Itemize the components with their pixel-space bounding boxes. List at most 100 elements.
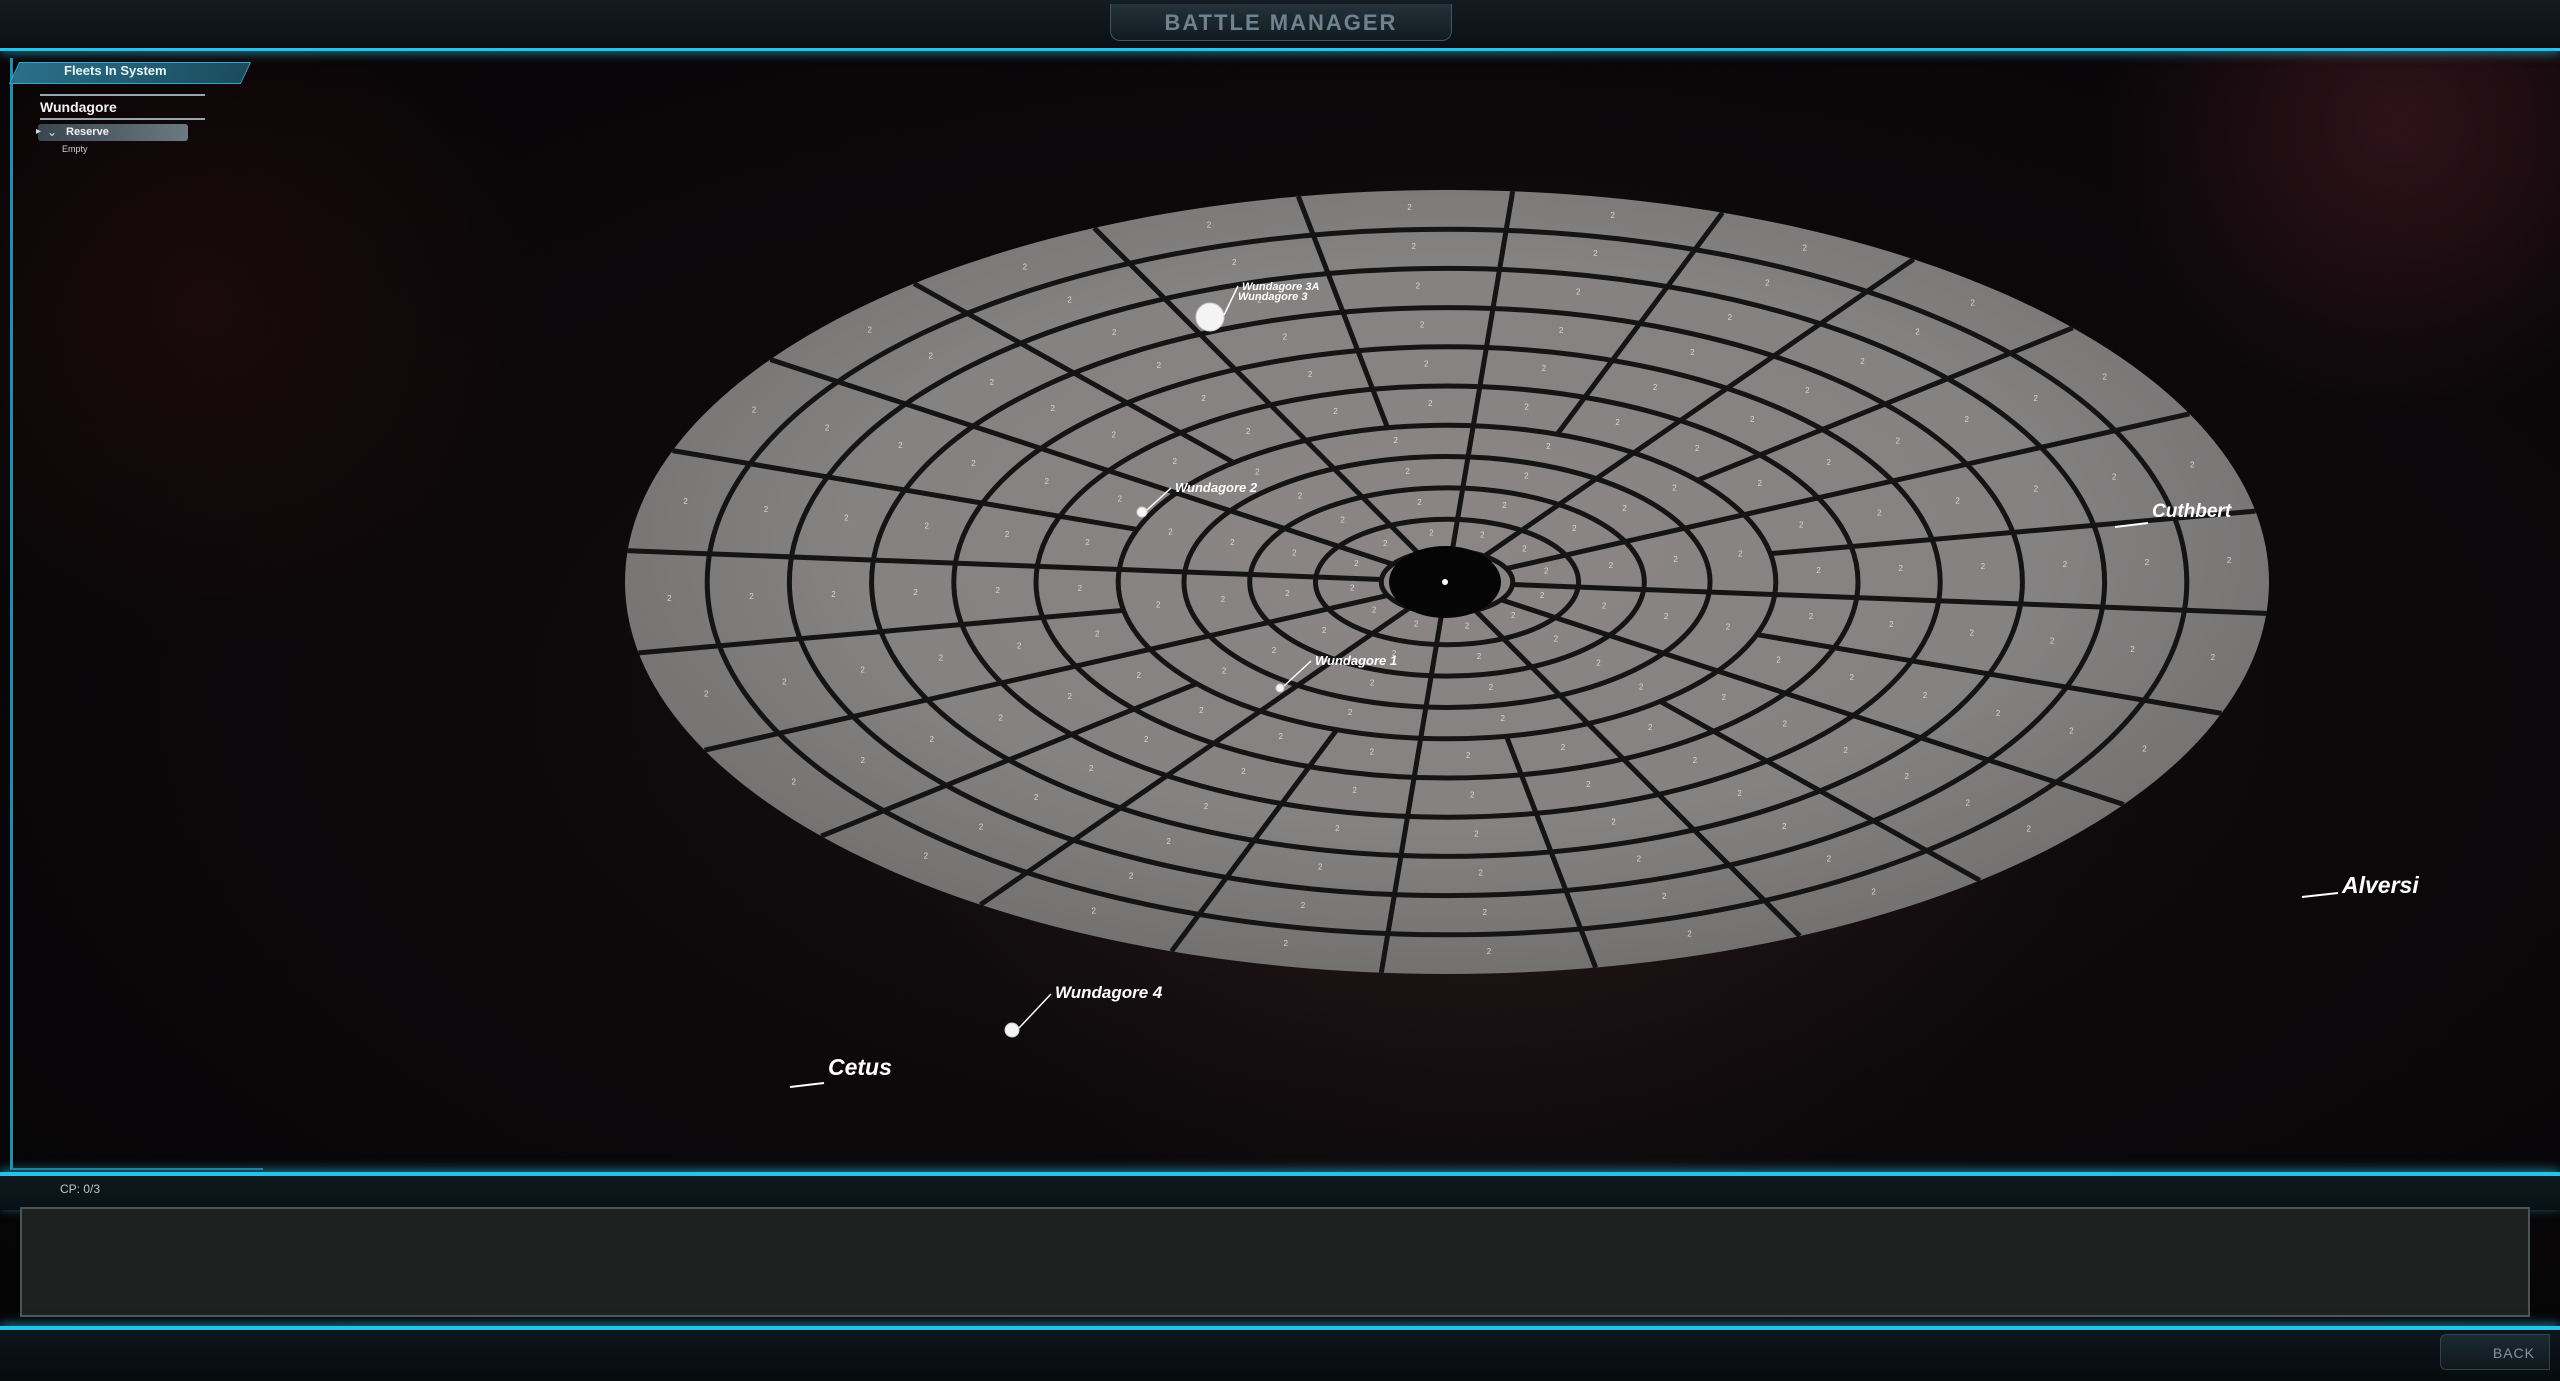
sector-value: 2 bbox=[1637, 855, 1642, 864]
sector-value: 2 bbox=[1639, 682, 1644, 691]
sector-value: 2 bbox=[1544, 566, 1549, 575]
sector-value: 2 bbox=[1067, 692, 1072, 701]
sector-value: 2 bbox=[2112, 472, 2117, 481]
sector-value: 2 bbox=[1487, 947, 1492, 956]
planet-label[interactable]: Wundagore 3 bbox=[1238, 291, 1307, 303]
back-button[interactable]: BACK bbox=[2440, 1334, 2550, 1370]
sector-value: 2 bbox=[1465, 621, 1470, 630]
sector-value: 2 bbox=[1871, 888, 1876, 897]
sector-value: 2 bbox=[1144, 735, 1149, 744]
sector-value: 2 bbox=[1246, 427, 1251, 436]
sector-value: 2 bbox=[1118, 495, 1123, 504]
sector-value: 2 bbox=[998, 713, 1003, 722]
sector-value: 2 bbox=[1221, 595, 1226, 604]
sector-value: 2 bbox=[1966, 798, 1971, 807]
sector-value: 2 bbox=[929, 735, 934, 744]
planet-label[interactable]: Wundagore 1 bbox=[1315, 653, 1397, 668]
sector-value: 2 bbox=[1335, 824, 1340, 833]
sector-value: 2 bbox=[1350, 584, 1355, 593]
sector-value: 2 bbox=[924, 851, 929, 860]
battle-board[interactable]: 2 2 2 2 2 2 2 2 2 2 2 2 2 2 2 2 2 2 2 2 2 2 2 2 2 2 2 2 2 2 2 2 2 2 2 2 2 2 2 2… bbox=[0, 0, 2560, 1377]
neighbor-system-label[interactable]: Alversi bbox=[2341, 872, 2419, 898]
sector-value: 2 bbox=[1981, 562, 1986, 571]
sector-value: 2 bbox=[1089, 764, 1094, 773]
sector-value: 2 bbox=[2103, 373, 2108, 382]
sector-value: 2 bbox=[989, 378, 994, 387]
sector-value: 2 bbox=[1996, 709, 2001, 718]
expand-arrow-icon[interactable]: ▸ bbox=[36, 126, 41, 137]
sector-value: 2 bbox=[1609, 561, 1614, 570]
sector-value: 2 bbox=[1896, 437, 1901, 446]
sector-value: 2 bbox=[1489, 683, 1494, 692]
sector-value: 2 bbox=[1554, 635, 1559, 644]
sector-value: 2 bbox=[1782, 822, 1787, 831]
sector-value: 2 bbox=[1207, 221, 1212, 230]
sector-value: 2 bbox=[1783, 719, 1788, 728]
sector-value: 2 bbox=[704, 690, 709, 699]
sector-value: 2 bbox=[764, 505, 769, 514]
sector-value: 2 bbox=[1112, 328, 1117, 337]
fleet-status: Empty bbox=[62, 144, 88, 154]
sector-value: 2 bbox=[2227, 556, 2232, 565]
fleets-tab-label[interactable]: Fleets In System bbox=[64, 63, 167, 78]
sector-value: 2 bbox=[1222, 666, 1227, 675]
sector-value: 2 bbox=[1542, 364, 1547, 373]
system-grid[interactable]: 2 2 2 2 2 2 2 2 2 2 2 2 2 2 2 2 2 2 2 2 2 2 2 2 2 2 2 2 2 2 2 2 2 2 2 2 2 2 2 2… bbox=[625, 190, 2269, 974]
sector-value: 2 bbox=[1383, 539, 1388, 548]
sector-value: 2 bbox=[1470, 790, 1475, 799]
planet-icon[interactable] bbox=[1275, 683, 1285, 693]
sector-value: 2 bbox=[1417, 498, 1422, 507]
sector-value: 2 bbox=[1483, 908, 1488, 917]
sector-value: 2 bbox=[1050, 404, 1055, 413]
sector-value: 2 bbox=[1559, 326, 1564, 335]
neighbor-leader-line bbox=[2301, 892, 2339, 898]
sector-value: 2 bbox=[1799, 521, 1804, 530]
sector-value: 2 bbox=[1272, 646, 1277, 655]
sector-value: 2 bbox=[1693, 756, 1698, 765]
neighbor-system-label[interactable]: Cetus bbox=[828, 1054, 892, 1080]
sector-value: 2 bbox=[860, 756, 865, 765]
sector-value: 2 bbox=[667, 594, 672, 603]
sector-value: 2 bbox=[1737, 789, 1742, 798]
fleet-row-reserve[interactable]: ▸ ⌄ Reserve bbox=[36, 124, 188, 141]
planet-label[interactable]: Wundagore 2 bbox=[1175, 480, 1258, 495]
sector-value: 2 bbox=[1905, 772, 1910, 781]
sector-value: 2 bbox=[1969, 628, 1974, 637]
planet-icon[interactable] bbox=[1195, 302, 1225, 332]
sector-value: 2 bbox=[1602, 601, 1607, 610]
planet-icon[interactable] bbox=[1004, 1022, 1020, 1038]
sector-value: 2 bbox=[867, 325, 872, 334]
sector-value: 2 bbox=[1524, 472, 1529, 481]
sector-value: 2 bbox=[1965, 415, 1970, 424]
sector-value: 2 bbox=[898, 441, 903, 450]
sector-value: 2 bbox=[1524, 403, 1529, 412]
sector-value: 2 bbox=[1111, 431, 1116, 440]
sector-value: 2 bbox=[1078, 584, 1083, 593]
sector-value: 2 bbox=[1695, 444, 1700, 453]
status-bar bbox=[0, 1172, 2560, 1210]
sector-value: 2 bbox=[1664, 612, 1669, 621]
sector-value: 2 bbox=[1322, 626, 1327, 635]
sector-value: 2 bbox=[683, 497, 688, 506]
planet-icon[interactable] bbox=[1136, 506, 1148, 518]
sector-value: 2 bbox=[1478, 869, 1483, 878]
sector-value: 2 bbox=[1850, 673, 1855, 682]
sector-value: 2 bbox=[1005, 530, 1010, 539]
planet-leader-line bbox=[1018, 993, 1052, 1029]
sector-value: 2 bbox=[1816, 566, 1821, 575]
sector-value: 2 bbox=[2145, 558, 2150, 567]
sector-value: 2 bbox=[1318, 862, 1323, 871]
sector-value: 2 bbox=[1477, 652, 1482, 661]
planet-label[interactable]: Wundagore 4 bbox=[1055, 983, 1163, 1002]
sector-value: 2 bbox=[1156, 601, 1161, 610]
sector-value: 2 bbox=[1352, 786, 1357, 795]
sector-value: 2 bbox=[1136, 671, 1141, 680]
sector-value: 2 bbox=[1955, 497, 1960, 506]
sector-value: 2 bbox=[1279, 732, 1284, 741]
neighbor-system-label[interactable]: Cuthbert bbox=[2152, 501, 2232, 522]
sector-value: 2 bbox=[1284, 939, 1289, 948]
sector-value: 2 bbox=[1611, 817, 1616, 826]
sector-value: 2 bbox=[1230, 538, 1235, 547]
sector-value: 2 bbox=[1750, 415, 1755, 424]
sector-value: 2 bbox=[1480, 531, 1485, 540]
